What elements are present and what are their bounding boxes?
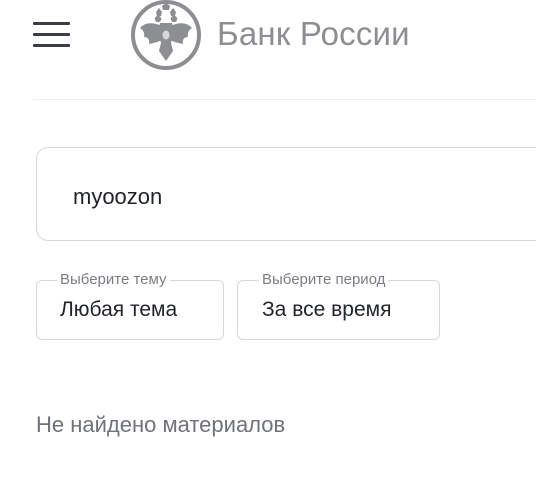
topic-select-label: Выберите тему: [57, 271, 170, 289]
search-input[interactable]: myoozon: [36, 147, 536, 241]
menu-line: [33, 44, 70, 47]
bank-logo-link[interactable]: Банк России: [129, 0, 410, 70]
search-input-value: myoozon: [73, 184, 163, 209]
period-select[interactable]: Выберите период За все время: [237, 271, 440, 340]
no-results-message: Не найдено материалов: [36, 412, 286, 437]
topic-select-value: Любая тема: [60, 298, 178, 321]
period-select-value: За все время: [262, 298, 392, 321]
page: Банк России myoozon Выберите тему Любая …: [0, 0, 536, 494]
menu-hamburger-icon[interactable]: [33, 22, 70, 48]
menu-line: [33, 22, 70, 25]
logo-text: Банк России: [217, 14, 410, 52]
eagle-emblem-icon: [131, 0, 201, 70]
period-select-label: Выберите период: [259, 271, 389, 289]
topic-select[interactable]: Выберите тему Любая тема: [36, 271, 224, 340]
header-divider: [33, 99, 536, 100]
menu-line: [33, 33, 70, 36]
